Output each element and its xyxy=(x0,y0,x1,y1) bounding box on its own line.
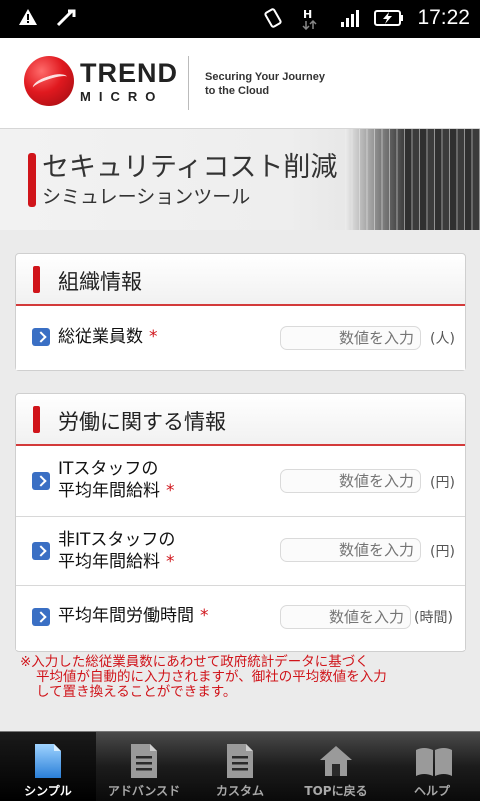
trend-micro-logo-icon xyxy=(24,56,74,106)
section-accent-bar xyxy=(33,266,40,293)
field-label-text: 総従業員数 xyxy=(58,327,143,347)
form-row-it-salary: ITスタッフの 平均年間給料 * (円) xyxy=(16,446,465,516)
document-icon xyxy=(35,744,61,778)
work-hours-input[interactable] xyxy=(280,605,411,629)
section-header: 労働に関する情報 xyxy=(16,394,465,446)
tab-simple[interactable]: シンプル xyxy=(0,732,96,801)
non-it-salary-input[interactable] xyxy=(280,538,421,562)
tab-advanced[interactable]: アドバンスド xyxy=(96,732,192,801)
field-label-line-1: 非ITスタッフの xyxy=(58,530,176,550)
status-bar: H 17:22 xyxy=(0,0,480,38)
field-label-text: 平均年間労働時間 xyxy=(58,606,194,626)
vibrate-icon xyxy=(264,8,282,28)
field-label: 非ITスタッフの 平均年間給料 * xyxy=(58,529,175,573)
battery-charging-icon xyxy=(374,10,403,26)
document-lines-icon xyxy=(227,744,253,778)
tab-label: カスタム xyxy=(215,784,264,798)
signal-icon xyxy=(341,10,359,27)
banner-subtitle: シミュレーションツール xyxy=(42,186,251,208)
tab-top[interactable]: TOPに戻る xyxy=(288,732,384,801)
warning-icon xyxy=(19,9,37,25)
bottom-nav: シンプル アドバンスド カスタム TOPに戻る ヘルプ xyxy=(0,731,480,801)
note-line-3: して置き換えることができます。 xyxy=(36,684,237,700)
header-tagline: Securing Your Journey to the Cloud xyxy=(205,70,345,98)
tab-custom[interactable]: カスタム xyxy=(192,732,288,801)
unit-label: (人) xyxy=(430,331,455,347)
tab-label: TOPに戻る xyxy=(304,784,368,798)
server-rack-image xyxy=(345,129,480,230)
section-accent-bar xyxy=(33,406,40,433)
tab-help[interactable]: ヘルプ xyxy=(384,732,480,801)
section-labor: 労働に関する情報 ITスタッフの 平均年間給料 * (円) 非ITスタッフの 平均… xyxy=(15,393,466,652)
section-organization: 組織情報 総従業員数 * (人) xyxy=(15,253,466,371)
field-label: ITスタッフの 平均年間給料 * xyxy=(58,458,175,502)
form-row-employees: 総従業員数 * (人) xyxy=(16,306,465,370)
form-row-work-hours: 平均年間労働時間 * (時間) xyxy=(16,585,465,650)
logo-text-trend: TREND xyxy=(80,58,178,88)
section-title: 組織情報 xyxy=(58,270,142,294)
form-row-non-it-salary: 非ITスタッフの 平均年間給料 * (円) xyxy=(16,516,465,585)
status-time: 17:22 xyxy=(417,6,470,29)
unit-label: (時間) xyxy=(414,610,453,626)
book-icon xyxy=(416,748,452,776)
section-title: 労働に関する情報 xyxy=(58,410,226,434)
employees-input[interactable] xyxy=(280,326,421,350)
chevron-right-icon xyxy=(32,328,50,346)
it-salary-input[interactable] xyxy=(280,469,421,493)
info-note: ※入力した総従業員数にあわせて政府統計データに基づく 平均値が自動的に入力されま… xyxy=(20,655,460,700)
field-label-line-2: 平均年間給料 xyxy=(58,481,160,501)
note-line-2: 平均値が自動的に入力されますが、御社の平均数値を入力 xyxy=(36,669,387,685)
section-header: 組織情報 xyxy=(16,254,465,306)
unit-label: (円) xyxy=(430,475,455,491)
tagline-line-2: to the Cloud xyxy=(205,85,270,97)
home-icon xyxy=(320,746,352,776)
svg-text:H: H xyxy=(303,8,312,21)
unit-label: (円) xyxy=(430,544,455,560)
data-transfer-icon: H xyxy=(302,8,317,30)
banner-accent-bar xyxy=(28,153,36,207)
chevron-right-icon xyxy=(32,608,50,626)
field-label-line-1: ITスタッフの xyxy=(58,459,159,479)
app-header: TREND MICRO Securing Your Journey to the… xyxy=(0,38,480,129)
tab-label: ヘルプ xyxy=(413,784,450,798)
chevron-right-icon xyxy=(32,472,50,490)
field-label: 平均年間労働時間 * xyxy=(58,605,209,627)
required-mark: * xyxy=(166,552,175,572)
tagline-line-1: Securing Your Journey xyxy=(205,71,326,83)
required-mark: * xyxy=(166,481,175,501)
required-mark: * xyxy=(200,606,209,626)
required-mark: * xyxy=(149,327,158,347)
note-line-1: ※入力した総従業員数にあわせて政府統計データに基づく xyxy=(20,654,369,670)
field-label: 総従業員数 * xyxy=(58,326,158,348)
field-label-line-2: 平均年間給料 xyxy=(58,552,160,572)
logo-text-micro: MICRO xyxy=(80,89,164,104)
banner-title: セキュリティコスト削減 xyxy=(42,152,338,183)
header-divider xyxy=(188,56,189,110)
chevron-right-icon xyxy=(32,542,50,560)
document-lines-icon xyxy=(131,744,157,778)
tab-label: シンプル xyxy=(24,784,72,798)
tab-label: アドバンスド xyxy=(107,784,181,798)
usb-debug-icon xyxy=(56,9,76,27)
